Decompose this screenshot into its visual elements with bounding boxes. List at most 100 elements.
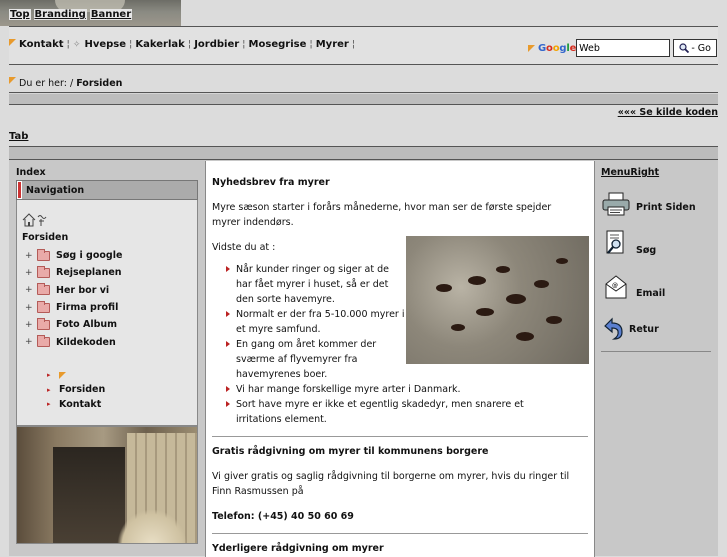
- google-search: Google - Go: [528, 39, 718, 57]
- more-advice-heading: Yderligere rådgivning om myrer: [212, 543, 384, 554]
- nav-separator: ¦: [187, 39, 192, 50]
- tree-item-label[interactable]: Her bor vi: [56, 285, 109, 296]
- folder-icon: [37, 335, 50, 348]
- nav-item-myrer[interactable]: Myrer: [316, 39, 349, 50]
- tree-item[interactable]: + Rejseplanen: [25, 264, 122, 281]
- google-logo: Google: [538, 42, 577, 54]
- sub-link[interactable]: ▸ Forsiden: [47, 383, 105, 398]
- folder-icon: [37, 317, 50, 330]
- divider: [212, 436, 588, 437]
- search-document-icon: [601, 230, 631, 257]
- nav-item-kakerlak[interactable]: Kakerlak: [135, 39, 184, 50]
- tree-item[interactable]: + Kildekoden: [25, 333, 122, 350]
- folder-icon: [37, 283, 50, 296]
- envelope-icon: @: [601, 273, 631, 299]
- list-item: Vi har mange forskellige myre arter i Da…: [212, 382, 588, 397]
- folder-icon: [37, 300, 50, 313]
- wasp-nest-photo: [16, 426, 198, 544]
- email-label: Email: [636, 287, 666, 299]
- sub-links: ▸ ▸ Forsiden ▸ Kontakt: [47, 368, 105, 412]
- folder-icon: [37, 265, 50, 278]
- expand-plus-icon[interactable]: +: [25, 268, 34, 278]
- red-arrow-icon: ▸: [47, 371, 51, 380]
- banner-links: Top Branding Banner: [9, 9, 133, 20]
- breadcrumb-current[interactable]: Forsiden: [76, 78, 122, 89]
- intro-paragraph: Myre sæson starter i forårs månederne, h…: [212, 202, 552, 228]
- corner-triangle-icon: [9, 77, 16, 84]
- sub-link-forsiden[interactable]: Forsiden: [59, 384, 105, 395]
- sub-link-marker: ▸: [47, 368, 105, 383]
- print-label: Print Siden: [636, 201, 696, 213]
- nav-item-hvepse[interactable]: Hvepse: [84, 39, 126, 50]
- tree-item-label[interactable]: Søg i google: [56, 250, 122, 261]
- nav-separator: ¦: [309, 39, 313, 50]
- magnifier-icon: [679, 43, 690, 53]
- print-button[interactable]: Print Siden: [601, 191, 696, 217]
- list-item: Sort have myre er ikke et egentlig skade…: [212, 397, 562, 427]
- nav-menu: Kontakt ¦ ✧ Hvepse ¦ Kakerlak ¦ Jordbier…: [19, 39, 358, 50]
- corner-triangle-icon: [9, 39, 16, 46]
- sub-link-kontakt[interactable]: Kontakt: [59, 399, 101, 410]
- tree-item-label[interactable]: Firma profil: [56, 302, 118, 313]
- list-item: Normalt er der fra 5-10.000 myrer i et m…: [212, 307, 407, 337]
- return-label: Retur: [629, 323, 659, 335]
- return-button[interactable]: Retur: [601, 316, 659, 342]
- content-column: Nyhedsbrev fra myrer Myre sæson starter …: [205, 161, 595, 557]
- phone-number: Telefon: (+45) 40 50 60 69: [212, 511, 354, 522]
- nav-item-kontakt[interactable]: Kontakt: [19, 39, 64, 50]
- main-navbar: Kontakt ¦ ✧ Hvepse ¦ Kakerlak ¦ Jordbier…: [9, 27, 718, 65]
- house-icon[interactable]: [22, 213, 50, 227]
- tree-item-label[interactable]: Rejseplanen: [56, 267, 122, 278]
- folder-icon: [37, 248, 50, 261]
- navigation-header: Navigation: [16, 180, 198, 200]
- nav-item-mosegrise[interactable]: Mosegrise: [249, 39, 307, 50]
- return-arrow-icon: [601, 316, 625, 342]
- divider: [212, 533, 588, 534]
- search-page-label: Søg: [636, 244, 657, 256]
- email-button[interactable]: @ Email: [601, 273, 665, 299]
- free-advice-paragraph: Vi giver gratis og saglig rådgivning til…: [212, 471, 570, 497]
- red-marker-icon: [17, 181, 22, 199]
- tree-item-label[interactable]: Foto Album: [56, 319, 117, 330]
- red-arrow-icon: ▸: [47, 385, 51, 394]
- banner-link-banner[interactable]: Banner: [89, 9, 133, 20]
- navigation-header-label: Navigation: [26, 184, 85, 196]
- menu-right-title: MenuRight: [601, 167, 660, 178]
- tree-item[interactable]: + Her bor vi: [25, 282, 122, 299]
- view-source-link[interactable]: ««« Se kilde koden: [618, 107, 718, 118]
- expand-plus-icon[interactable]: +: [25, 251, 34, 261]
- expand-plus-icon[interactable]: +: [25, 337, 34, 347]
- search-page-button[interactable]: Søg: [601, 230, 657, 257]
- nav-item-jordbier[interactable]: Jordbier: [194, 39, 239, 50]
- list-item: Når kunder ringer og siger at de har fåe…: [212, 262, 407, 307]
- nav-separator: ¦: [351, 39, 356, 50]
- banner-link-top[interactable]: Top: [9, 9, 31, 20]
- list-item: En gang om året kommer der sværme af fly…: [212, 337, 387, 382]
- sub-link[interactable]: ▸ Kontakt: [47, 397, 105, 412]
- breadcrumb-prefix: Du er her: /: [19, 78, 74, 89]
- search-input[interactable]: [576, 39, 671, 57]
- tree-item[interactable]: + Søg i google: [25, 247, 122, 264]
- tree-item-label[interactable]: Kildekoden: [56, 337, 116, 348]
- tab-link[interactable]: Tab: [9, 131, 28, 142]
- tree-root-forsiden[interactable]: Forsiden: [22, 232, 68, 243]
- banner-link-branding[interactable]: Branding: [33, 9, 87, 20]
- sub-bar: [9, 94, 718, 105]
- search-go-button[interactable]: - Go: [673, 39, 718, 57]
- red-arrow-icon: ▸: [47, 400, 51, 409]
- free-advice-heading: Gratis rådgivning om myrer til kommunens…: [212, 446, 489, 457]
- nav-separator: ¦: [66, 39, 70, 50]
- tree-item[interactable]: + Firma profil: [25, 299, 122, 316]
- tree-item[interactable]: + Foto Album: [25, 316, 122, 333]
- expand-plus-icon[interactable]: +: [25, 285, 34, 295]
- main-box-header: [9, 147, 718, 160]
- expand-plus-icon[interactable]: +: [25, 320, 34, 330]
- left-column: Index Navigation Forsiden + Søg i google…: [16, 161, 198, 551]
- nav-separator: ¦: [242, 39, 246, 50]
- corner-triangle-icon: [528, 44, 535, 52]
- main-content-box: Index Navigation Forsiden + Søg i google…: [9, 146, 718, 557]
- navigation-tree: + Søg i google + Rejseplanen + Her bor v…: [25, 247, 122, 351]
- search-go-label: - Go: [691, 42, 711, 54]
- sparkle-icon: ✧: [72, 39, 81, 50]
- expand-plus-icon[interactable]: +: [25, 303, 34, 313]
